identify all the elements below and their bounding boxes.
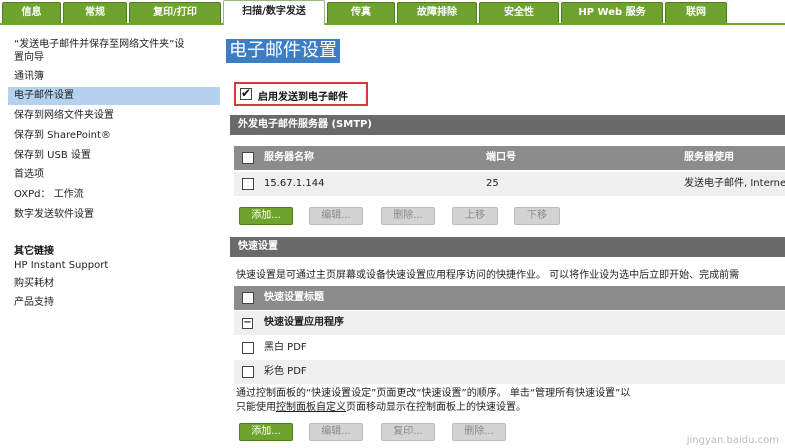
tab-troubleshooting[interactable]: 故障排除 <box>397 2 477 23</box>
top-tab-bar: 信息 常规 复印/打印 扫描/数字发送 传真 故障排除 安全性 HP Web 服… <box>0 0 785 25</box>
row-checkbox[interactable] <box>242 366 254 378</box>
tab-hp-web-services[interactable]: HP Web 服务 <box>561 2 663 23</box>
page-title: 电子邮件设置 <box>226 39 340 63</box>
row-checkbox[interactable] <box>242 178 254 190</box>
sidebar-item-label: 置向导 <box>14 52 44 63</box>
sidebar-item-address-book[interactable]: 通讯簿 <box>14 70 218 83</box>
sidebar-item-oxpd-workflow[interactable]: OXPd： 工作流 <box>14 188 218 201</box>
sidebar-item-label: “发送电子邮件并保存至网络文件夹”设 <box>14 39 185 50</box>
link-buy-supplies[interactable]: 购买耗材 <box>14 277 218 290</box>
sidebar-item-sharepoint[interactable]: 保存到 SharePoint® <box>14 129 218 142</box>
select-all-checkbox[interactable] <box>242 152 254 164</box>
sidebar-item-email-wizard[interactable]: “发送电子邮件并保存至网络文件夹”设 置向导 <box>14 38 218 64</box>
table-header-row: 服务器名称 端口号 服务器使用 <box>234 146 785 170</box>
quick-sets-description: 快速设置是可通过主页屏幕或设备快速设置应用程序访问的快捷作业。 可以将作业设为选… <box>236 270 740 281</box>
footer-text-prefix: 只能使用 <box>236 402 276 413</box>
page-title-wrap: 电子邮件设置 <box>226 39 340 63</box>
quick-set-group-row[interactable]: − 快速设置应用程序 <box>234 311 785 335</box>
other-links-heading: 其它链接 <box>14 246 54 257</box>
server-name-cell: 15.67.1.144 <box>264 178 325 189</box>
table-header-row: 快速设置标题 <box>234 286 785 310</box>
quick-sets-footer-line2: 只能使用控制面板自定义页面移动显示在控制面板上的快速设置。 <box>236 401 526 414</box>
usage-cell: 发送电子邮件, Interne <box>684 178 785 189</box>
sidebar-item-preferences[interactable]: 首选项 <box>14 168 218 181</box>
column-port: 端口号 <box>486 152 516 163</box>
quick-sets-footer-line1: 通过控制面板的“快速设置设定”页面更改“快速设置”的顺序。 单击“管理所有快速设… <box>236 388 631 399</box>
table-row[interactable]: 彩色 PDF <box>234 360 785 384</box>
main-content: 电子邮件设置 启用发送到电子邮件 外发电子邮件服务器 (SMTP) 服务器名称 … <box>226 25 785 448</box>
quick-delete-button[interactable]: 删除... <box>452 423 506 441</box>
port-cell: 25 <box>486 178 499 189</box>
sidebar-item-usb[interactable]: 保存到 USB 设置 <box>14 149 218 162</box>
footer-text-suffix: 页面移动显示在控制面板上的快速设置。 <box>346 402 526 413</box>
enable-email-checkbox[interactable] <box>240 86 252 100</box>
tab-copy-print[interactable]: 复印/打印 <box>129 2 221 23</box>
tab-scan-digital-send[interactable]: 扫描/数字发送 <box>223 0 325 25</box>
quick-set-name: 黑白 PDF <box>264 342 307 353</box>
smtp-edit-button[interactable]: 编辑... <box>309 207 363 225</box>
quick-add-button[interactable]: 添加... <box>239 423 293 441</box>
column-server-name: 服务器名称 <box>264 152 314 163</box>
control-panel-customize-link[interactable]: 控制面板自定义 <box>276 402 346 413</box>
column-server-usage: 服务器使用 <box>684 152 734 163</box>
tab-fax[interactable]: 传真 <box>327 2 395 23</box>
collapse-icon[interactable]: − <box>242 318 253 329</box>
tab-general[interactable]: 常规 <box>63 2 127 23</box>
quick-set-name: 彩色 PDF <box>264 366 307 377</box>
quick-sets-section-header: 快速设置 <box>230 237 785 257</box>
quick-set-group-label: 快速设置应用程序 <box>264 317 344 328</box>
table-row[interactable]: 15.67.1.144 25 发送电子邮件, Interne <box>234 172 785 196</box>
column-quick-set-title: 快速设置标题 <box>264 292 324 303</box>
enable-email-label: 启用发送到电子邮件 <box>258 92 348 103</box>
smtp-delete-button[interactable]: 删除... <box>381 207 435 225</box>
link-product-support[interactable]: 产品支持 <box>14 296 218 309</box>
table-row[interactable]: 黑白 PDF <box>234 336 785 360</box>
sidebar-item-digital-send-software[interactable]: 数字发送软件设置 <box>14 208 218 221</box>
smtp-section-header: 外发电子邮件服务器 (SMTP) <box>230 115 785 135</box>
smtp-move-down-button[interactable]: 下移 <box>514 207 560 225</box>
smtp-move-up-button[interactable]: 上移 <box>452 207 498 225</box>
quick-copy-button[interactable]: 复印... <box>381 423 435 441</box>
sidebar: “发送电子邮件并保存至网络文件夹”设 置向导 通讯簿 电子邮件设置 保存到网络文… <box>0 25 222 448</box>
watermark: jingyan.baidu.com <box>686 435 779 446</box>
enable-email-highlight: 启用发送到电子邮件 <box>234 82 368 106</box>
quick-edit-button[interactable]: 编辑... <box>309 423 363 441</box>
tab-info[interactable]: 信息 <box>2 2 61 23</box>
link-hp-instant-support[interactable]: HP Instant Support <box>14 259 218 272</box>
sidebar-item-network-folder[interactable]: 保存到网络文件夹设置 <box>14 109 218 122</box>
tab-networking[interactable]: 联网 <box>665 2 727 23</box>
select-all-checkbox[interactable] <box>242 292 254 304</box>
smtp-add-button[interactable]: 添加... <box>239 207 293 225</box>
sidebar-item-email-setup[interactable]: 电子邮件设置 <box>8 87 220 105</box>
row-checkbox[interactable] <box>242 342 254 354</box>
tab-security[interactable]: 安全性 <box>479 2 559 23</box>
